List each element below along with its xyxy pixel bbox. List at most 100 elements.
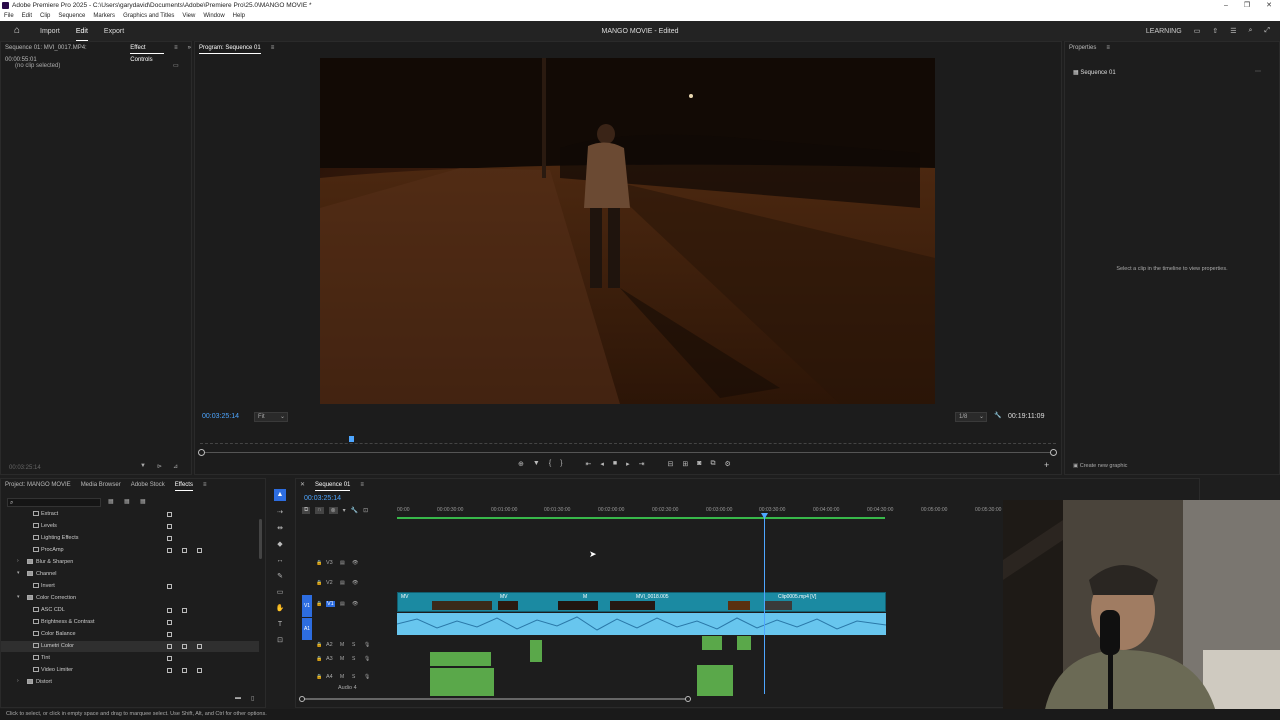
audio-clip-track-a2[interactable] (737, 636, 751, 650)
mic-icon[interactable]: 🎙 (364, 656, 370, 662)
effects-folder[interactable]: › Blur & Sharpen (1, 557, 259, 568)
effects-folder[interactable]: › Distort (1, 677, 259, 688)
mute-icon[interactable]: M (340, 642, 344, 648)
linked-selection-icon[interactable]: ⊗ (328, 507, 338, 514)
export-icon[interactable]: ⊳ (157, 463, 162, 470)
accelerated-filter-icon[interactable]: ▦ (108, 498, 114, 505)
track-label[interactable]: V2 (326, 580, 333, 586)
menu-help[interactable]: Help (233, 11, 245, 21)
ripple-edit-tool-icon[interactable]: ⇹ (270, 521, 290, 537)
extract-icon[interactable]: ⊞ (682, 460, 688, 468)
effect-item[interactable]: ASC CDL (1, 605, 259, 616)
resolution-dropdown[interactable]: 1/8 ⌄ (955, 412, 987, 422)
mark-out-icon[interactable]: } (560, 460, 562, 468)
lift-icon[interactable]: ⊟ (668, 460, 674, 468)
filter-icon[interactable]: ▼ (140, 463, 146, 469)
mute-icon[interactable]: M (340, 674, 344, 680)
rectangle-tool-icon[interactable]: ▭ (270, 585, 290, 601)
lock-icon[interactable]: 🔒 (316, 601, 322, 607)
tab-program[interactable]: Program: Sequence 01 (199, 42, 261, 54)
monitor-zoom-bar[interactable] (200, 452, 1056, 453)
hand-tool-icon[interactable]: ✋ (270, 601, 290, 617)
panel-toggle-icon[interactable]: ▭ (173, 62, 179, 69)
tab-effects[interactable]: Effects (174, 479, 193, 491)
chevron-icon[interactable]: ▾ (17, 594, 20, 600)
tab-properties[interactable]: Properties (1069, 42, 1096, 54)
settings-gear-icon[interactable]: ⚙ (725, 460, 731, 468)
nest-toggle-icon[interactable]: ⧉ (302, 507, 311, 514)
pen-tool-icon[interactable]: ✎ (270, 569, 290, 585)
sync-lock-icon[interactable]: ▤ (340, 560, 345, 566)
track-header[interactable]: 🔒 V3 ▤ 👁 (298, 558, 396, 570)
timeline-playhead[interactable] (764, 514, 765, 694)
effect-controls-source[interactable]: Sequence 01: MVI_0017.MP4: 00:00:55:01 (5, 42, 104, 63)
video-clip-track-v1[interactable]: MV MV M MVI_0018.005 Clip0005.mp4 [V] (397, 592, 886, 612)
wrench-icon[interactable]: 🔧 (994, 412, 1001, 419)
add-marker-icon[interactable]: ▾ (343, 507, 346, 514)
sync-lock-icon[interactable]: ▤ (340, 580, 345, 586)
program-video-frame[interactable] (320, 58, 935, 404)
caption-tool-icon[interactable]: ⊡ (270, 633, 290, 649)
lock-icon[interactable]: 🔒 (316, 642, 322, 648)
monitor-time-ruler[interactable] (200, 438, 1056, 444)
add-button-icon[interactable]: + (1044, 460, 1049, 470)
more-options-icon[interactable]: ⋯ (1255, 68, 1261, 75)
menu-view[interactable]: View (182, 11, 195, 21)
lock-icon[interactable]: 🔒 (316, 656, 322, 662)
effect-item[interactable]: Lighting Effects (1, 533, 259, 544)
quick-export-icon[interactable]: ⇧ (1212, 27, 1218, 35)
monitor-playhead[interactable] (349, 436, 354, 442)
audio-clip-track-a2[interactable] (530, 640, 542, 662)
panel-menu-icon[interactable]: ≡ (174, 42, 178, 54)
effect-item[interactable]: Video Limiter (1, 665, 259, 676)
track-label[interactable]: A3 (326, 656, 333, 662)
captions-icon[interactable]: ⊡ (363, 507, 368, 514)
track-header[interactable]: 🔒 V2 ▤ 👁 (298, 578, 396, 590)
stop-icon[interactable]: ■ (613, 460, 617, 468)
source-patch-v1[interactable]: V1 (302, 595, 312, 617)
track-header[interactable]: 🔒 A4 M S 🎙 (298, 672, 396, 684)
selection-tool-icon[interactable]: ▲ (274, 489, 286, 501)
track-header[interactable]: V1 🔒 V1 ▤ 👁 (298, 595, 396, 617)
effects-scrollbar[interactable] (259, 519, 262, 559)
program-menu-icon[interactable]: ≡ (271, 42, 275, 54)
marker-icon[interactable]: ▼ (533, 460, 540, 468)
timeline-current-timecode[interactable]: 00:03:25:14 (304, 495, 341, 502)
menu-window[interactable]: Window (203, 11, 224, 21)
snap-icon[interactable]: ∩ (315, 507, 324, 514)
audio-clip-track-a1[interactable] (397, 613, 886, 635)
track-label[interactable]: A2 (326, 642, 333, 648)
minimize-icon[interactable]: – (1224, 0, 1228, 11)
solo-icon[interactable]: S (352, 674, 355, 680)
menu-clip[interactable]: Clip (40, 11, 50, 21)
type-tool-icon[interactable]: T (270, 617, 290, 633)
audio-clip-track-a4[interactable] (697, 665, 733, 696)
fullscreen-icon[interactable]: ⤢ (1264, 27, 1270, 35)
export-frame-icon[interactable]: ◙ (697, 460, 701, 468)
solo-icon[interactable]: S (352, 642, 355, 648)
slip-tool-icon[interactable]: ↔ (270, 553, 290, 569)
track-label[interactable]: V3 (326, 560, 333, 566)
sequence-menu-icon[interactable]: ≡ (360, 479, 364, 491)
audio-clip-track-a2[interactable] (702, 636, 722, 650)
eye-icon[interactable]: 👁 (352, 560, 358, 566)
track-header[interactable]: 🔒 A2 M S 🎙 (298, 640, 396, 652)
scroll-handle-left[interactable] (299, 696, 305, 702)
yuv-filter-icon[interactable]: ▦ (140, 498, 146, 505)
go-to-in-icon[interactable]: ⇤ (586, 460, 592, 468)
program-current-timecode[interactable]: 00:03:25:14 (202, 413, 239, 420)
restore-icon[interactable]: ❐ (1244, 0, 1250, 11)
mic-icon[interactable]: 🎙 (364, 642, 370, 648)
menu-markers[interactable]: Markers (93, 11, 115, 21)
add-marker-icon[interactable]: ⊕ (518, 460, 524, 468)
effects-search-input[interactable]: ⌕ (7, 498, 101, 507)
solo-icon[interactable]: S (352, 656, 355, 662)
zoom-handle-right[interactable] (1050, 449, 1057, 456)
timeline-tracks-area[interactable]: MV MV M MVI_0018.005 Clip0005.mp4 [V] (397, 513, 1002, 696)
effect-item[interactable]: Color Balance (1, 629, 259, 640)
effect-item[interactable]: Lumetri Color (1, 641, 259, 652)
mute-icon[interactable]: M (340, 656, 344, 662)
scroll-handle-right[interactable] (685, 696, 691, 702)
sync-lock-icon[interactable]: ▤ (340, 601, 345, 607)
menu-file[interactable]: File (4, 11, 14, 21)
